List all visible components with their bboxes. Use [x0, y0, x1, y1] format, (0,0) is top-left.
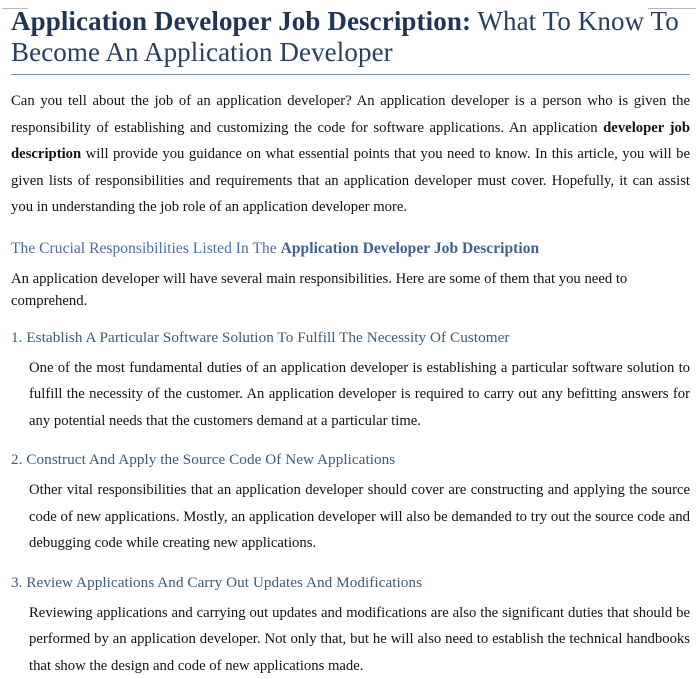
- document-page: Application Developer Job Description: W…: [0, 6, 700, 619]
- list-item: 1. Establish A Particular Software Solut…: [11, 328, 690, 435]
- page-title-bold: Application Developer Job Description:: [11, 6, 471, 36]
- item-number: 2.: [11, 451, 23, 468]
- section-heading: The Crucial Responsibilities Listed In T…: [11, 238, 690, 259]
- item-heading-text: Establish A Particular Software Solution…: [26, 329, 509, 346]
- item-number: 1.: [11, 329, 23, 346]
- item-heading: 2. Construct And Apply the Source Code O…: [11, 450, 690, 470]
- item-heading-text: Review Applications And Carry Out Update…: [26, 574, 422, 591]
- item-body: Reviewing applications and carrying out …: [29, 600, 690, 679]
- page-edge-mark-right: [648, 8, 696, 9]
- section-heading-bold: Application Developer Job Description: [281, 240, 540, 257]
- item-heading: 1. Establish A Particular Software Solut…: [11, 328, 690, 348]
- page-title: Application Developer Job Description: W…: [11, 6, 690, 68]
- title-divider: [11, 74, 690, 75]
- section-lead-paragraph: An application developer will have sever…: [11, 268, 690, 312]
- item-heading: 3. Review Applications And Carry Out Upd…: [11, 573, 690, 593]
- list-item: 2. Construct And Apply the Source Code O…: [11, 450, 690, 557]
- intro-text-part1: Can you tell about the job of an applica…: [11, 93, 690, 136]
- page-edge-mark-left: [2, 8, 28, 9]
- list-item: 3. Review Applications And Carry Out Upd…: [11, 573, 690, 679]
- responsibilities-list: 1. Establish A Particular Software Solut…: [11, 328, 690, 679]
- intro-paragraph: Can you tell about the job of an applica…: [11, 88, 690, 221]
- item-body: One of the most fundamental duties of an…: [29, 355, 690, 435]
- item-body: Other vital responsibilities that an app…: [29, 477, 690, 557]
- item-heading-text: Construct And Apply the Source Code Of N…: [26, 451, 395, 468]
- item-number: 3.: [11, 574, 23, 591]
- section-heading-regular: The Crucial Responsibilities Listed In T…: [11, 240, 281, 257]
- intro-text-part2: will provide you guidance on what essent…: [11, 146, 690, 215]
